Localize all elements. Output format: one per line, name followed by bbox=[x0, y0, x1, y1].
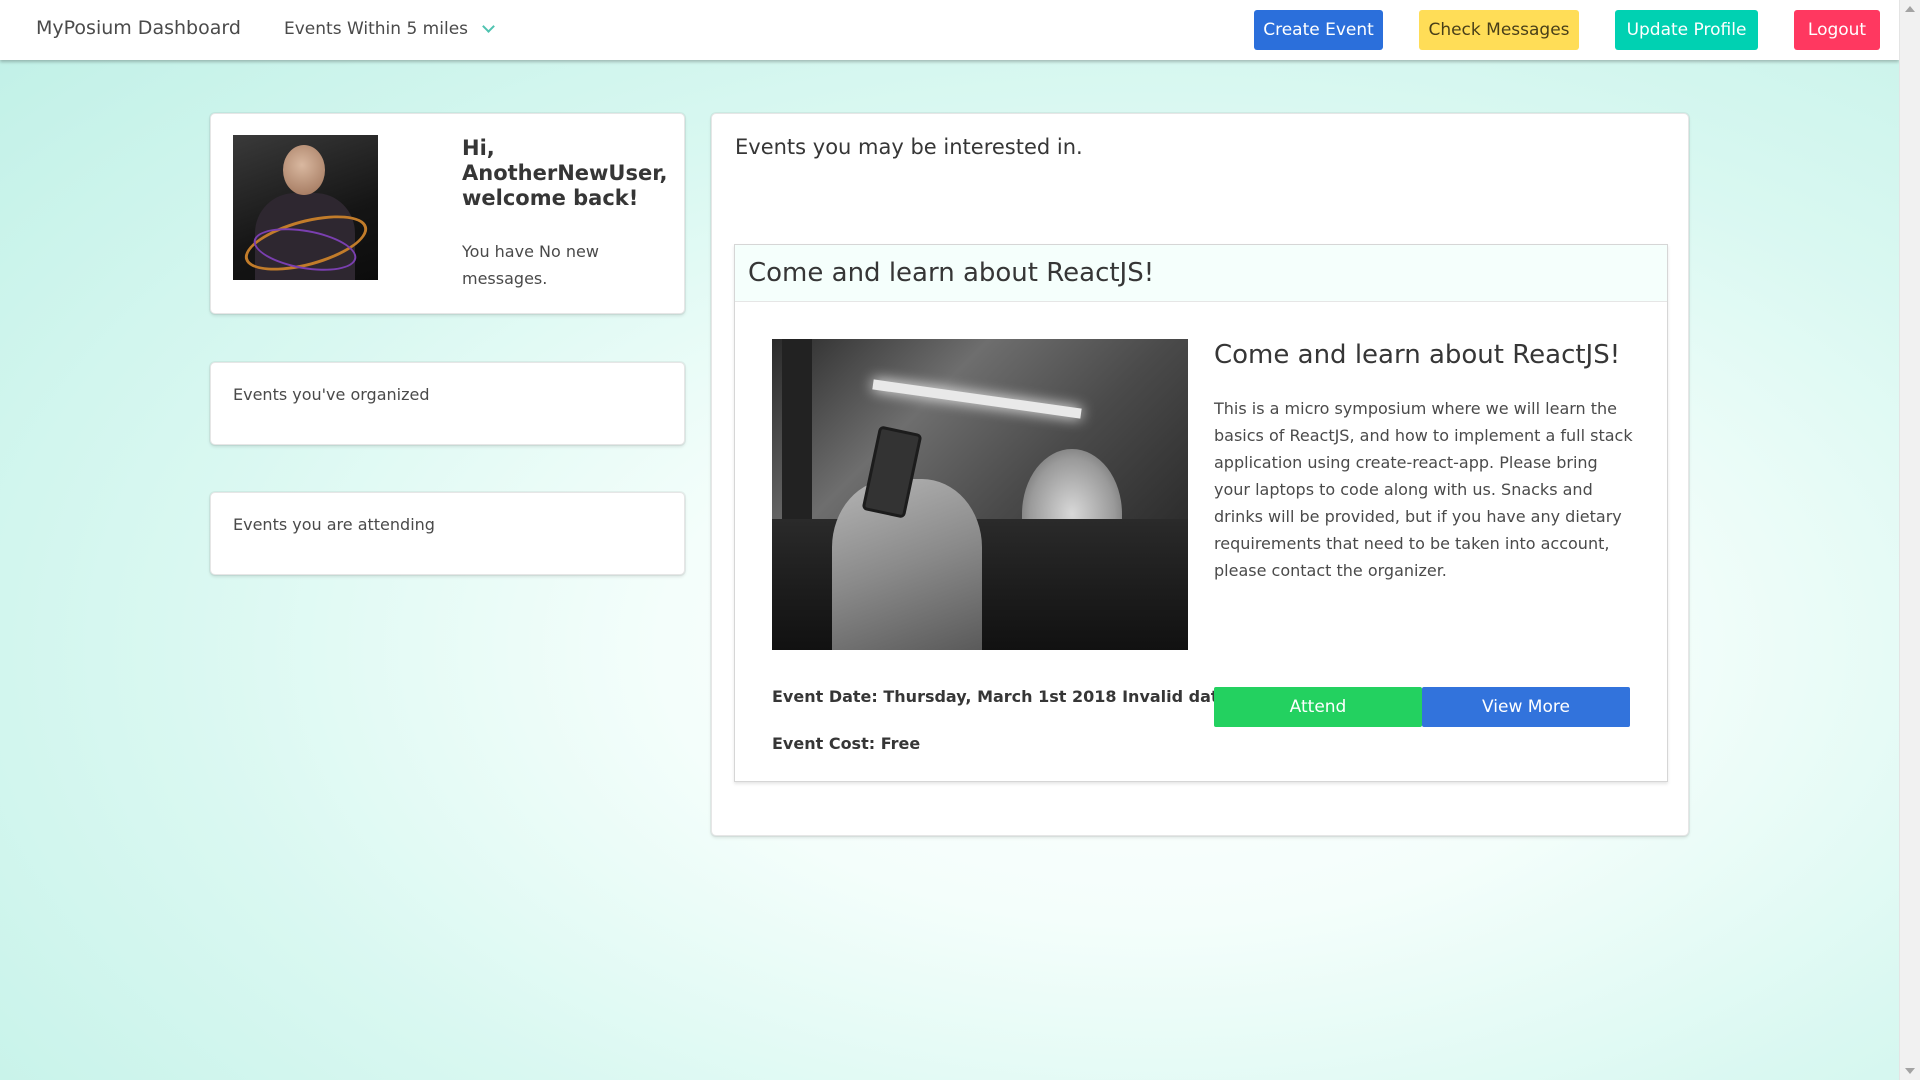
check-messages-button[interactable]: Check Messages bbox=[1419, 10, 1579, 50]
event-title: Come and learn about ReactJS! bbox=[1214, 340, 1621, 370]
organized-events-panel: Events you've organized bbox=[210, 362, 685, 445]
event-card-header: Come and learn about ReactJS! bbox=[735, 245, 1667, 302]
avatar bbox=[233, 135, 378, 280]
attending-events-panel: Events you are attending bbox=[210, 492, 685, 575]
scroll-down-icon[interactable] bbox=[1905, 1068, 1915, 1074]
logout-button[interactable]: Logout bbox=[1794, 10, 1880, 50]
event-image bbox=[772, 339, 1188, 650]
event-description: This is a micro symposium where we will … bbox=[1214, 399, 1633, 580]
attending-events-label: Events you are attending bbox=[233, 515, 435, 534]
chevron-down-icon bbox=[482, 20, 495, 33]
profile-card: Hi, AnotherNewUser, welcome back! You ha… bbox=[210, 113, 685, 314]
brand-title[interactable]: MyPosium Dashboard bbox=[36, 17, 241, 39]
distance-filter-label: Events Within 5 miles bbox=[284, 19, 469, 39]
attend-button[interactable]: Attend bbox=[1214, 687, 1422, 727]
organized-events-label: Events you've organized bbox=[233, 385, 430, 404]
messages-note: You have No new messages. bbox=[462, 242, 599, 288]
create-event-button[interactable]: Create Event bbox=[1254, 10, 1383, 50]
suggested-events-heading: Events you may be interested in. bbox=[735, 135, 1083, 159]
scroll-up-icon[interactable] bbox=[1905, 6, 1915, 12]
event-cost: Event Cost: Free bbox=[772, 734, 921, 753]
top-navbar: MyPosium Dashboard Events Within 5 miles… bbox=[0, 0, 1899, 60]
event-date: Event Date: Thursday, March 1st 2018 Inv… bbox=[772, 687, 1230, 706]
distance-filter-dropdown[interactable]: Events Within 5 miles bbox=[284, 19, 495, 39]
event-card-header-title: Come and learn about ReactJS! bbox=[748, 258, 1155, 288]
welcome-greeting: Hi, AnotherNewUser, welcome back! bbox=[462, 136, 668, 210]
suggested-events-panel: Events you may be interested in. Come an… bbox=[711, 113, 1689, 836]
vertical-scrollbar[interactable] bbox=[1899, 0, 1920, 1080]
event-card: Come and learn about ReactJS! Come and l… bbox=[734, 244, 1668, 782]
view-more-button[interactable]: View More bbox=[1422, 687, 1630, 727]
update-profile-button[interactable]: Update Profile bbox=[1615, 10, 1758, 50]
